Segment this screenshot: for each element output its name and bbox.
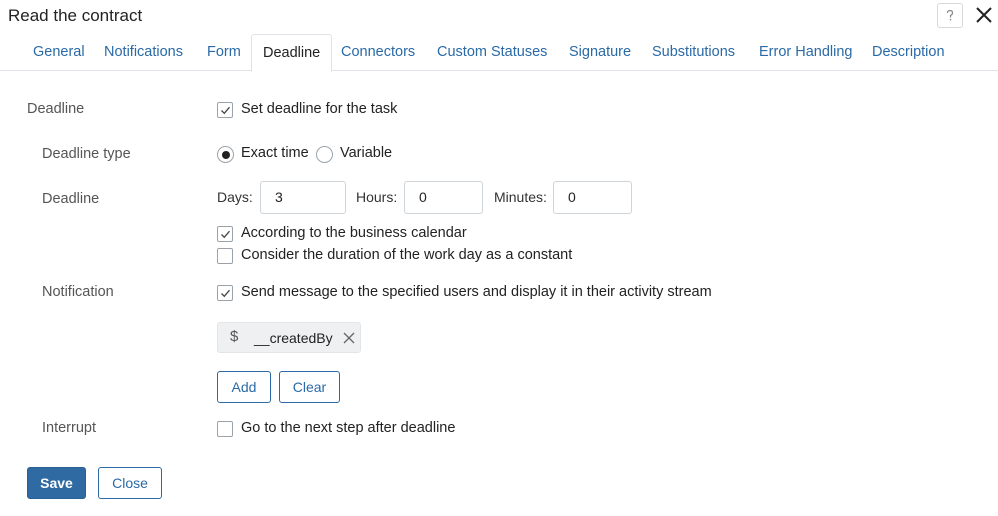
- business-calendar-label: According to the business calendar: [241, 225, 467, 241]
- remove-chip-icon[interactable]: [342, 331, 356, 345]
- help-button[interactable]: [937, 3, 963, 28]
- minutes-label: Minutes:: [494, 189, 547, 205]
- tab-bar: General Notifications Form Deadline Conn…: [0, 34, 998, 72]
- clear-button[interactable]: Clear: [279, 371, 340, 403]
- deadline-section-label: Deadline: [27, 101, 85, 117]
- variable-radio[interactable]: [316, 146, 333, 163]
- tab-connectors[interactable]: Connectors: [341, 34, 415, 71]
- tab-description[interactable]: Description: [872, 34, 945, 71]
- deadline-type-label: Deadline type: [42, 146, 131, 162]
- checkmark-icon: [220, 106, 230, 114]
- work-day-constant-label: Consider the duration of the work day as…: [241, 247, 573, 263]
- set-deadline-label: Set deadline for the task: [241, 101, 398, 117]
- send-message-checkbox[interactable]: [217, 285, 233, 301]
- dialog-title: Read the contract: [8, 6, 143, 25]
- send-message-label: Send message to the specified users and …: [241, 284, 712, 300]
- close-dialog-button[interactable]: [972, 2, 996, 28]
- user-variable-chip: $ __createdBy: [217, 322, 361, 353]
- tab-deadline[interactable]: Deadline: [251, 34, 333, 72]
- tab-custom-statuses[interactable]: Custom Statuses: [437, 34, 547, 71]
- checkmark-icon: [220, 289, 230, 297]
- business-calendar-checkbox[interactable]: [217, 226, 233, 242]
- days-label: Days:: [217, 189, 253, 205]
- tab-substitutions[interactable]: Substitutions: [652, 34, 735, 71]
- exact-time-radio[interactable]: [217, 146, 234, 163]
- tab-notifications[interactable]: Notifications: [104, 34, 183, 71]
- dollar-icon: $: [230, 328, 239, 345]
- help-icon: [946, 9, 954, 21]
- add-button[interactable]: Add: [217, 371, 271, 403]
- variable-label: Variable: [340, 145, 393, 161]
- chip-text: __createdBy: [254, 330, 333, 346]
- close-icon: [976, 7, 992, 23]
- minutes-input[interactable]: 0: [553, 181, 632, 214]
- tab-signature[interactable]: Signature: [569, 34, 631, 71]
- deadline-values-label: Deadline: [42, 191, 100, 207]
- work-day-constant-checkbox[interactable]: [217, 248, 233, 264]
- tab-error-handling[interactable]: Error Handling: [759, 34, 853, 71]
- close-button[interactable]: Close: [98, 467, 162, 499]
- radio-selected-dot: [221, 150, 230, 159]
- set-deadline-checkbox[interactable]: [217, 102, 233, 118]
- hours-input[interactable]: 0: [404, 181, 483, 214]
- days-input[interactable]: 3: [260, 181, 346, 214]
- checkmark-icon: [220, 230, 230, 238]
- tab-form[interactable]: Form: [207, 34, 241, 71]
- next-step-label: Go to the next step after deadline: [241, 420, 456, 436]
- tab-general[interactable]: General: [33, 34, 85, 71]
- next-step-checkbox[interactable]: [217, 421, 233, 437]
- save-button[interactable]: Save: [27, 467, 86, 499]
- exact-time-label: Exact time: [241, 145, 309, 161]
- notification-label: Notification: [42, 284, 114, 300]
- interrupt-label: Interrupt: [42, 420, 96, 436]
- hours-label: Hours:: [356, 189, 398, 205]
